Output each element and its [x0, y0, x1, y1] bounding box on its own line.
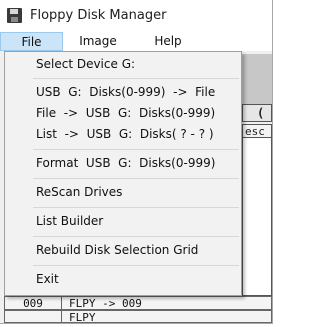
menu-image[interactable]: Image [70, 32, 126, 51]
menu-item-list-builder[interactable]: List Builder [6, 211, 240, 232]
menu-separator [33, 207, 239, 208]
menu-help[interactable]: Help [140, 32, 196, 51]
menu-separator [33, 149, 239, 150]
menu-separator [33, 78, 239, 79]
file-dropdown-menu: Select Device G: USB G: Disks(0-999) -> … [4, 51, 242, 296]
table-row[interactable]: 009 FLPY -> 009 [4, 296, 272, 310]
grid-body-edge [242, 138, 272, 296]
grid-header-text: esc [245, 125, 265, 138]
disk-number-cell: 009 [5, 297, 62, 310]
menu-item-select-device[interactable]: Select Device G: [6, 54, 240, 75]
floppy-disk-icon [7, 8, 22, 23]
grid-header-cell: esc [242, 124, 272, 138]
app-window: Floppy Disk Manager File Image Help ( es… [0, 0, 273, 324]
background-paren-text: ( [257, 106, 265, 120]
menu-item-rebuild-grid[interactable]: Rebuild Disk Selection Grid [6, 240, 240, 261]
background-panel: ( [242, 104, 272, 122]
menu-item-usb-to-file[interactable]: USB G: Disks(0-999) -> File [6, 82, 240, 103]
disk-number-cell [5, 311, 62, 323]
disk-description-cell: FLPY -> 009 [69, 297, 142, 310]
title-bar[interactable]: Floppy Disk Manager [0, 0, 272, 32]
menu-item-format-usb[interactable]: Format USB G: Disks(0-999) [6, 153, 240, 174]
menu-separator [33, 236, 239, 237]
menu-item-file-to-usb[interactable]: File -> USB G: Disks(0-999) [6, 103, 240, 124]
menu-separator [33, 265, 239, 266]
table-row[interactable]: FLPY [4, 310, 272, 323]
window-title: Floppy Disk Manager [30, 8, 167, 23]
menu-item-list-to-usb[interactable]: List -> USB G: Disks( ? - ? ) [6, 124, 240, 145]
toolbar-strip [242, 54, 272, 106]
menu-item-rescan-drives[interactable]: ReScan Drives [6, 182, 240, 203]
menu-separator [33, 178, 239, 179]
disk-description-cell: FLPY [69, 311, 96, 324]
menu-bar: File Image Help [0, 32, 272, 51]
menu-file[interactable]: File [0, 32, 63, 51]
menu-item-exit[interactable]: Exit [6, 269, 240, 290]
